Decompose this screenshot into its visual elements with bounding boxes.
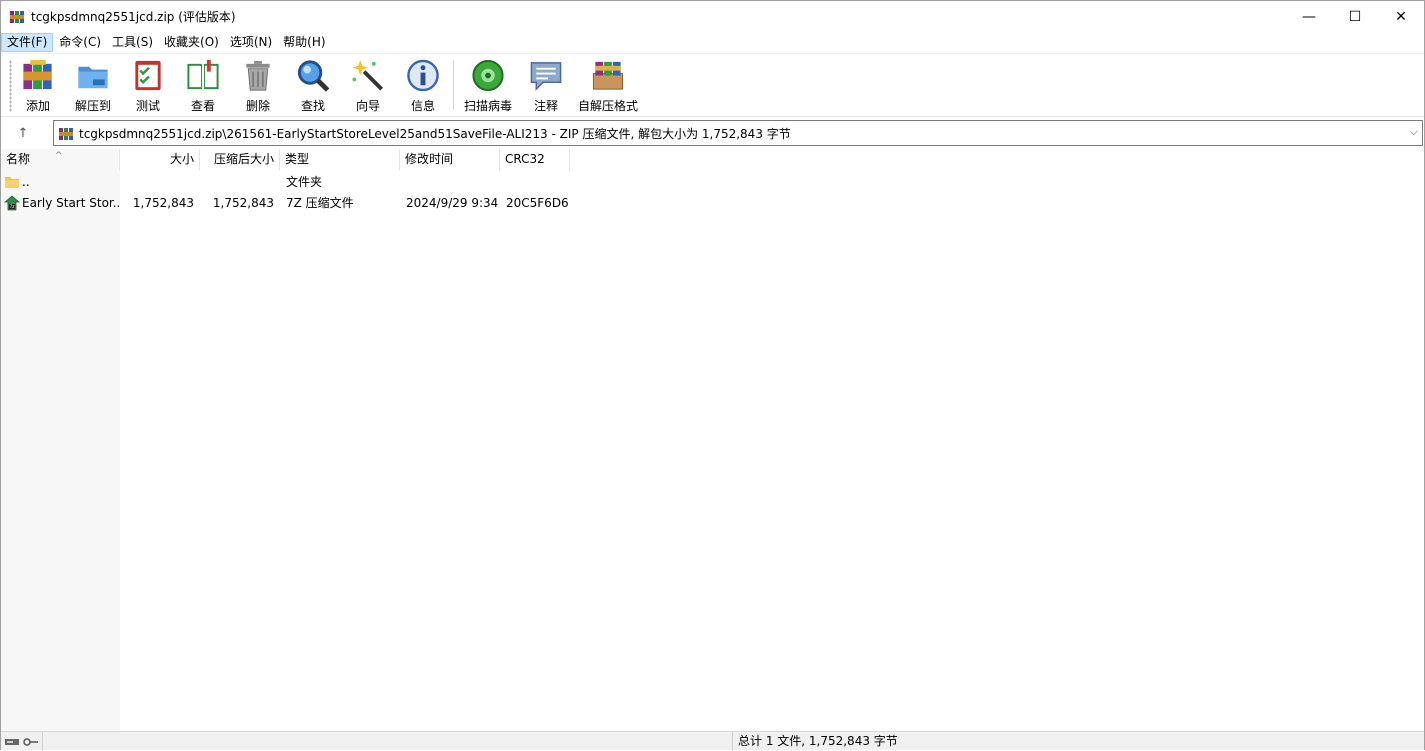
name-column-background bbox=[1, 149, 120, 731]
menu-favorites[interactable]: 收藏夹(O) bbox=[159, 33, 224, 52]
file-list: 名称 ^ 大小 压缩后大小 类型 修改时间 CRC32 .. 文件夹 7z Ea… bbox=[1, 149, 1424, 731]
column-header-size[interactable]: 大小 bbox=[120, 149, 200, 171]
list-header: 名称 ^ 大小 压缩后大小 类型 修改时间 CRC32 bbox=[1, 149, 1424, 171]
extract-to-button[interactable]: 解压到 bbox=[73, 58, 113, 114]
window-title: tcgkpsdmnq2551jcd.zip (评估版本) bbox=[31, 10, 236, 24]
test-checklist-icon bbox=[135, 60, 161, 91]
scan-virus-button[interactable]: 扫描病毒 bbox=[464, 58, 512, 114]
info-button[interactable]: 信息 bbox=[405, 58, 441, 114]
folder-icon bbox=[5, 177, 19, 188]
column-header-type[interactable]: 类型 bbox=[280, 149, 400, 171]
key-icon bbox=[23, 737, 38, 746]
view-button[interactable]: 查看 bbox=[181, 58, 225, 114]
drive-icon bbox=[5, 738, 19, 745]
menu-commands[interactable]: 命令(C) bbox=[54, 33, 106, 52]
7z-archive-icon: 7z bbox=[4, 195, 20, 211]
title-bar: tcgkpsdmnq2551jcd.zip (评估版本) — ☐ ✕ bbox=[1, 1, 1424, 33]
view-book-icon bbox=[187, 59, 219, 90]
find-button[interactable]: 查找 bbox=[295, 58, 331, 114]
info-icon bbox=[407, 59, 439, 92]
sfx-button[interactable]: 自解压格式 bbox=[577, 58, 639, 114]
menu-help[interactable]: 帮助(H) bbox=[278, 33, 330, 52]
winrar-icon bbox=[10, 11, 24, 23]
arrow-up-icon: ↑ bbox=[17, 125, 29, 141]
list-item-archive[interactable]: 7z Early Start Stor... 1,752,843 1,752,8… bbox=[1, 193, 1424, 214]
winrar-window: tcgkpsdmnq2551jcd.zip (评估版本) — ☐ ✕ 文件(F)… bbox=[0, 0, 1425, 751]
wizard-button[interactable]: 向导 bbox=[350, 58, 386, 114]
maximize-button[interactable]: ☐ bbox=[1332, 1, 1378, 33]
toolbar-grip[interactable] bbox=[9, 60, 12, 112]
address-bar[interactable]: tcgkpsdmnq2551jcd.zip\261561-EarlyStartS… bbox=[53, 120, 1423, 146]
status-total: 总计 1 文件, 1,752,843 字节 bbox=[738, 734, 898, 748]
toolbar-separator bbox=[453, 60, 454, 110]
test-button[interactable]: 测试 bbox=[130, 58, 166, 114]
status-icons bbox=[1, 732, 43, 751]
magic-wand-icon bbox=[352, 59, 383, 91]
trash-icon bbox=[246, 60, 270, 91]
menu-bar: 文件(F) 命令(C) 工具(S) 收藏夹(O) 选项(N) 帮助(H) bbox=[1, 33, 1424, 53]
minimize-button[interactable]: — bbox=[1286, 1, 1332, 33]
sort-ascending-icon: ^ bbox=[55, 151, 63, 161]
status-bar: 总计 1 文件, 1,752,843 字节 bbox=[1, 731, 1424, 751]
comment-button[interactable]: 注释 bbox=[528, 58, 564, 114]
sfx-box-icon bbox=[592, 61, 624, 90]
menu-file[interactable]: 文件(F) bbox=[1, 33, 54, 52]
column-header-crc[interactable]: CRC32 bbox=[500, 149, 570, 171]
status-selection bbox=[43, 732, 733, 751]
toolbar: 添加 解压到 测试 查看 删除 查找 向导 信息 扫描病毒 注释 自解压格式 bbox=[1, 53, 1424, 117]
address-row: ↑ tcgkpsdmnq2551jcd.zip\261561-EarlyStar… bbox=[1, 118, 1424, 148]
add-archive-icon bbox=[23, 59, 52, 90]
delete-button[interactable]: 删除 bbox=[240, 58, 276, 114]
close-button[interactable]: ✕ bbox=[1378, 1, 1424, 33]
column-header-name[interactable]: 名称 ^ bbox=[1, 149, 120, 171]
list-item-parent-folder[interactable]: .. 文件夹 bbox=[1, 172, 1424, 193]
winrar-archive-icon bbox=[59, 128, 73, 140]
address-path: tcgkpsdmnq2551jcd.zip\261561-EarlyStartS… bbox=[79, 127, 791, 141]
menu-tools[interactable]: 工具(S) bbox=[107, 33, 158, 52]
up-one-level-button[interactable]: ↑ bbox=[9, 122, 37, 144]
virus-scan-icon bbox=[472, 59, 504, 92]
magnifier-icon bbox=[297, 60, 330, 92]
add-button[interactable]: 添加 bbox=[20, 58, 56, 114]
column-header-packed[interactable]: 压缩后大小 bbox=[200, 149, 280, 171]
chevron-down-icon[interactable]: ⌵ bbox=[1410, 125, 1418, 139]
menu-options[interactable]: 选项(N) bbox=[225, 33, 277, 52]
svg-text:7z: 7z bbox=[10, 204, 15, 209]
column-header-modified[interactable]: 修改时间 bbox=[400, 149, 500, 171]
extract-folder-icon bbox=[78, 66, 108, 89]
comment-icon bbox=[530, 62, 562, 91]
